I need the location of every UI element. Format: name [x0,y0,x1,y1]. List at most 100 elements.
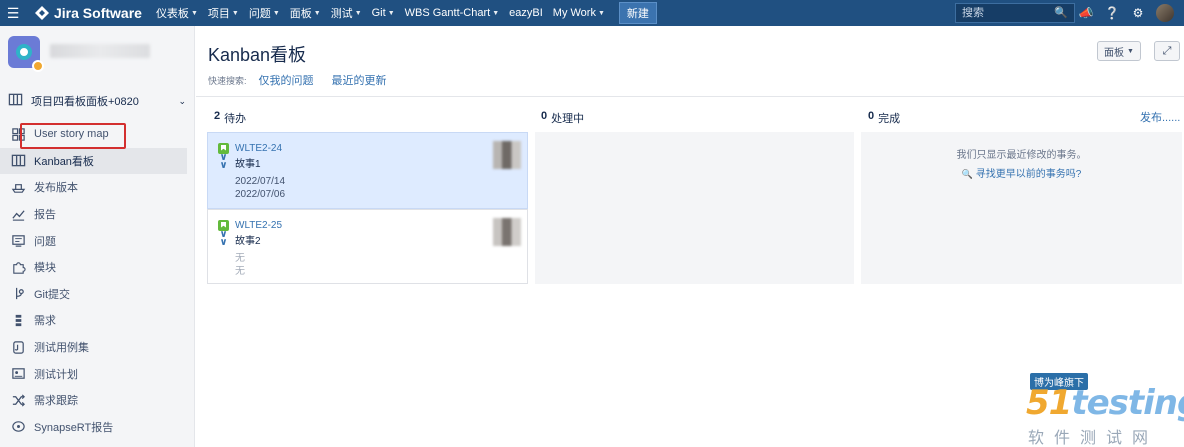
puzzle-icon [10,259,26,275]
sidebar-item-label: 报告 [34,209,56,222]
nav-git[interactable]: Git ▼ [372,7,395,19]
release-link[interactable]: 发布...... [1140,109,1180,125]
nav-dashboards[interactable]: 仪表板 ▼ [156,5,198,21]
sidebar-item-releases[interactable]: 发布版本 [0,174,195,201]
nav-boards[interactable]: 面板 ▼ [290,5,321,21]
quick-filter-recent-updates[interactable]: 最近的更新 [332,72,387,88]
issue-date: 无 [235,266,245,277]
story-type-icon [218,219,229,231]
quick-filters: 快速搜索: 仅我的问题 最近的更新 [208,72,387,88]
nav-label: eazyBI [509,7,543,19]
sidebar-item-test-cases[interactable]: 测试用例集 [0,334,195,361]
nav-wbs-gantt[interactable]: WBS Gantt-Chart ▼ [405,7,500,19]
quick-filter-label: 快速搜索: [208,75,247,86]
sidebar-item-label: 问题 [34,235,56,248]
nav-label: 问题 [248,8,271,20]
project-avatar-eye-icon [16,44,32,60]
search-input[interactable] [962,7,1058,19]
sidebar-item-synapsert-report[interactable]: SynapseRT报告 [0,414,195,441]
caret-down-icon: ▼ [313,9,321,17]
chart-icon [10,206,26,222]
sidebar-item-test-plans[interactable]: 测试计划 [0,360,195,387]
sidebar-item-label: 模块 [34,262,56,275]
search-icon: 🔍 [961,169,973,179]
issue-card-wlte2-25[interactable]: WLTE2-25 ∨ ∨ 故事2 无 无 [207,209,528,284]
sidebar-item-kanban-board[interactable]: Kanban看板 [0,147,187,175]
column-header-todo: 2 待办 [214,110,246,126]
nav-projects[interactable]: 项目 ▼ [208,5,239,21]
issue-date: 2022/07/06 [235,189,286,200]
issue-key[interactable]: WLTE2-25 [235,220,282,231]
sidebar-item-label: 测试计划 [34,368,78,381]
jira-brand[interactable]: Jira Software [34,5,142,21]
caret-down-icon: ▼ [387,9,395,17]
caret-down-icon: ▼ [231,9,239,17]
column-count: 2 [214,110,221,122]
sidebar-item-traceability[interactable]: 需求跟踪 [0,387,195,414]
older-issues-link[interactable]: 🔍 寻找更早以前的事务吗? [861,165,1182,180]
sidebar-item-issues[interactable]: 问题 [0,227,195,254]
gear-icon[interactable]: ⚙ [1130,6,1146,20]
sidebar-item-components[interactable]: 模块 [0,254,195,281]
watermark-logo-prefix: 51 [1026,383,1072,423]
board-selector-label: 项目四看板面板+0820 [31,96,139,108]
watermark-logo: 51testing [1026,383,1184,423]
sidebar-item-label: 需求跟踪 [34,395,78,408]
project-sidebar: 项目四看板面板+0820 ⌄ User story map Kanban看板 发… [0,26,195,447]
sidebar-item-label: 发布版本 [34,182,78,195]
nav-eazybi[interactable]: eazyBI [509,7,543,19]
project-badge-icon [32,60,44,72]
nav-label: WBS Gantt-Chart [404,7,491,19]
column-in-progress [535,132,854,284]
report-icon [10,419,26,435]
nav-label: My Work [552,7,596,19]
user-avatar[interactable] [1156,4,1174,22]
column-header-done: 0 完成 [868,110,900,126]
sidebar-item-label: Git提交 [34,288,71,301]
issues-icon [10,233,26,249]
nav-issues[interactable]: 问题 ▼ [249,5,280,21]
assignee-avatar[interactable] [493,141,521,169]
sidebar-item-requirements[interactable]: 需求 [0,307,195,334]
nav-label: 项目 [207,8,230,20]
column-name: 完成 [878,113,901,125]
board-menu-button[interactable]: 面板 ▼ [1097,41,1141,61]
sidebar-item-label: 需求 [34,315,56,328]
test-case-icon [10,339,26,355]
annotation-highlight-box [20,123,126,149]
requirements-icon [10,312,26,328]
issue-key[interactable]: WLTE2-24 [235,143,282,154]
nav-my-work[interactable]: My Work ▼ [553,7,605,19]
sidebar-item-git-commits[interactable]: Git提交 [0,281,195,308]
column-count: 0 [541,110,548,122]
expand-icon[interactable]: ⤢ [1154,41,1180,61]
column-name: 待办 [224,113,247,125]
issue-dates: 2022/07/14 2022/07/06 [235,175,517,201]
issue-card-wlte2-24[interactable]: WLTE2-24 ∨ ∨ 故事1 2022/07/14 2022/07/06 [207,132,528,209]
assignee-avatar[interactable] [493,218,521,246]
chevron-down-icon: ⌄ [178,95,186,106]
nav-label: 测试 [330,8,353,20]
board-icon [8,92,23,110]
nav-label: 面板 [289,8,312,20]
nav-tests[interactable]: 测试 ▼ [331,5,362,21]
header-divider [196,96,1184,97]
story-type-icon [218,142,229,154]
quick-filter-my-issues[interactable]: 仅我的问题 [259,72,314,88]
search-icon[interactable]: 🔍 [1054,6,1068,19]
sidebar-item-reports[interactable]: 报告 [0,201,195,228]
project-avatar[interactable] [8,36,44,72]
global-search[interactable]: 🔍 [955,3,1075,23]
top-navigation-bar: ☰ Jira Software 仪表板 ▼ 项目 ▼ 问题 ▼ 面板 ▼ 测试 ▼ Git… [0,0,1184,26]
nav-label: 仪表板 [155,8,189,20]
help-icon[interactable]: ❔ [1104,6,1120,20]
caret-down-icon: ▼ [354,9,362,17]
issue-dates: 无 无 [235,252,517,278]
menu-icon[interactable]: ☰ [0,5,26,22]
board-selector[interactable]: 项目四看板面板+0820 ⌄ [8,92,186,110]
page-title: Kanban看板 [208,45,307,65]
older-issues-label: 寻找更早以前的事务吗? [975,169,1082,180]
notification-icon[interactable]: 📣 [1078,6,1094,20]
create-button[interactable]: 新建 [618,2,657,24]
sidebar-nav: User story map Kanban看板 发布版本 报告 问题 模块 Gi… [0,121,195,440]
